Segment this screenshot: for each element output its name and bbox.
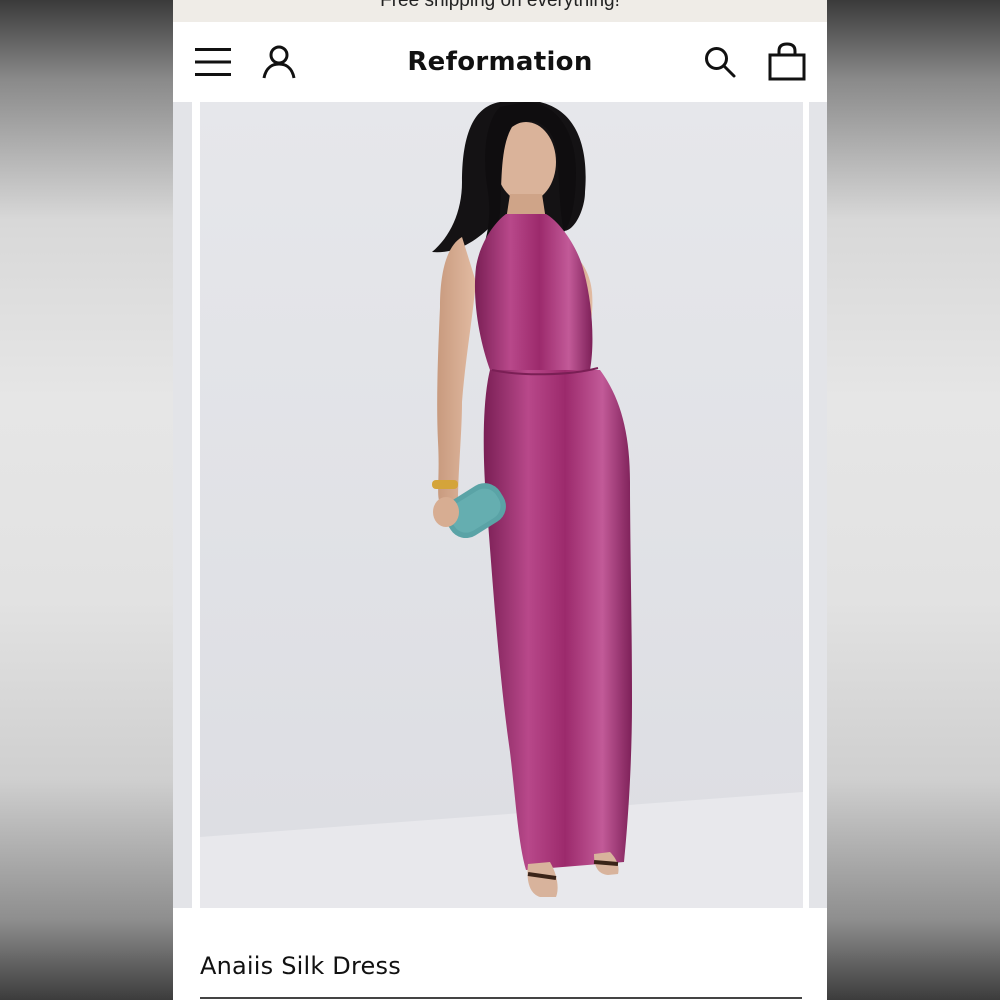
next-slide-peek[interactable] [809, 102, 827, 908]
product-image[interactable] [200, 102, 803, 908]
product-title[interactable]: Anaiis Silk Dress [200, 952, 401, 980]
promo-banner[interactable]: Free shipping on everything! [173, 0, 827, 22]
menu-icon[interactable] [195, 46, 231, 78]
previous-slide-peek[interactable] [173, 102, 192, 908]
promo-text: Free shipping on everything! [380, 0, 620, 11]
model-photo [200, 102, 803, 908]
search-icon[interactable] [703, 45, 737, 79]
brand-logo[interactable]: Reformation [333, 44, 667, 80]
phone-screen: Free shipping on everything! Reformation [173, 0, 827, 1000]
site-header: Reformation [173, 22, 827, 102]
bag-icon[interactable] [767, 42, 807, 82]
account-icon[interactable] [261, 44, 297, 80]
product-image-carousel[interactable] [173, 102, 827, 908]
divider [200, 997, 802, 999]
product-info: Anaiis Silk Dress [173, 908, 827, 1000]
